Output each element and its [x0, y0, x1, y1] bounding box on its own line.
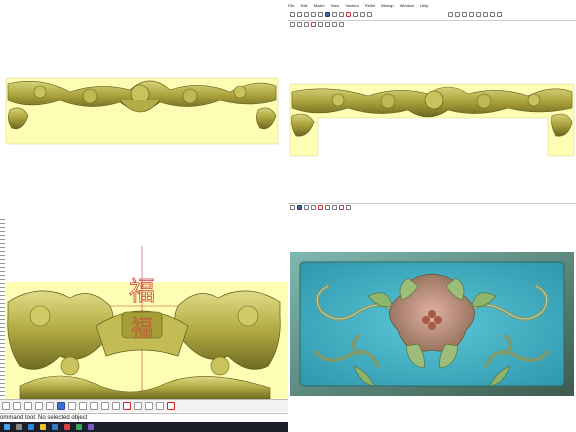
- windows-taskbar: [0, 422, 288, 432]
- curve-icon[interactable]: [2, 402, 10, 410]
- mirror-icon[interactable]: [101, 402, 109, 410]
- blend-icon[interactable]: [145, 402, 153, 410]
- app3-icon[interactable]: [88, 424, 94, 430]
- bottom-left-window: 福 福 ommand tool: No selected object: [0, 216, 288, 432]
- relief-model-frieze: [289, 83, 575, 157]
- relief-model-fu: 福 福: [6, 246, 288, 399]
- smooth-icon[interactable]: [134, 402, 142, 410]
- select-icon[interactable]: [290, 205, 295, 210]
- edge-icon[interactable]: [28, 424, 34, 430]
- search-icon[interactable]: [16, 424, 22, 430]
- toolbar-bottom: [290, 205, 351, 210]
- circle-icon[interactable]: [35, 402, 43, 410]
- fu-character-relief: 福: [131, 317, 153, 342]
- top-left-viewport: [0, 0, 288, 216]
- select-tool-icon[interactable]: [57, 402, 65, 410]
- delete-icon[interactable]: [167, 402, 175, 410]
- transform-icon[interactable]: [304, 205, 309, 210]
- word-icon[interactable]: [52, 424, 58, 430]
- fu-character-outline: 福: [129, 277, 155, 307]
- close-icon[interactable]: [339, 205, 344, 210]
- top-right-window: File Edit Model View Vectors Relief Bitm…: [288, 0, 576, 216]
- start-icon[interactable]: [4, 424, 10, 430]
- erase-icon[interactable]: [123, 402, 131, 410]
- bottom-toolbar: [0, 399, 288, 412]
- spline-icon[interactable]: [46, 402, 54, 410]
- node-edit-icon[interactable]: [297, 205, 302, 210]
- sculpt-icon[interactable]: [112, 402, 120, 410]
- weld-icon[interactable]: [346, 205, 351, 210]
- align-icon[interactable]: [311, 205, 316, 210]
- group-icon[interactable]: [325, 205, 330, 210]
- node-icon[interactable]: [68, 402, 76, 410]
- rotate-icon[interactable]: [79, 402, 87, 410]
- relief-model-arch: [5, 77, 279, 145]
- folder-icon[interactable]: [40, 424, 46, 430]
- app2-icon[interactable]: [76, 424, 82, 430]
- rect-icon[interactable]: [24, 402, 32, 410]
- cut-icon[interactable]: [318, 205, 323, 210]
- app-icon[interactable]: [64, 424, 70, 430]
- emboss-icon[interactable]: [156, 402, 164, 410]
- scale-icon[interactable]: [90, 402, 98, 410]
- relief-panel-colored: [290, 252, 574, 396]
- bottom-right-viewport: [288, 216, 576, 432]
- ungroup-icon[interactable]: [332, 205, 337, 210]
- line-icon[interactable]: [13, 402, 21, 410]
